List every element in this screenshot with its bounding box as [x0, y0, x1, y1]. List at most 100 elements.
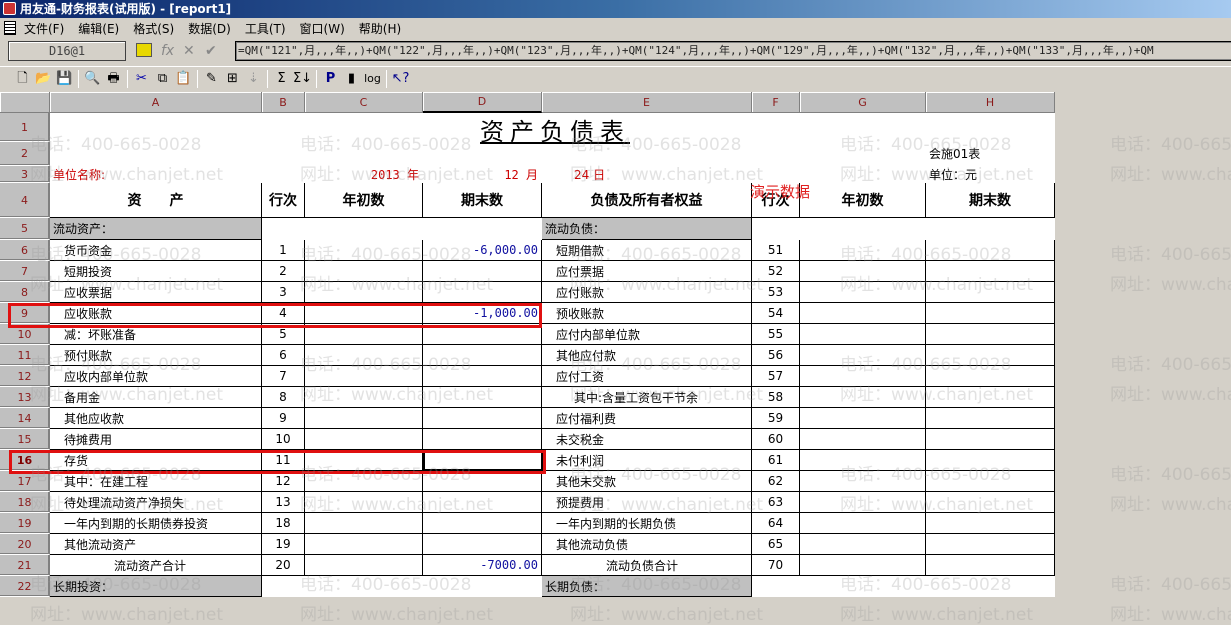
cell-a2[interactable] [50, 142, 262, 166]
cell-b2[interactable] [262, 142, 305, 166]
copy-icon[interactable]: ⧉ [152, 69, 173, 89]
cell-e[interactable]: 流动负债合计 [542, 555, 752, 576]
cell-h[interactable] [926, 387, 1055, 408]
cell-b[interactable]: 6 [262, 345, 305, 366]
function-wizard-icon[interactable] [136, 43, 152, 57]
insert-icon[interactable]: ⊞ [222, 69, 243, 89]
cell-g[interactable] [800, 429, 926, 450]
cell-c[interactable] [305, 387, 423, 408]
cut-icon[interactable]: ✂ [131, 69, 152, 89]
cell-b[interactable]: 11 [262, 450, 305, 471]
row-number-22[interactable]: 22 [0, 576, 50, 597]
cell-f[interactable]: 57 [752, 366, 800, 387]
fx-icon[interactable]: fx [161, 43, 174, 59]
cell-e[interactable]: 应付账款 [542, 282, 752, 303]
cell-e[interactable]: 短期借款 [542, 240, 752, 261]
row-number-21[interactable]: 21 [0, 555, 50, 576]
cell-a[interactable]: 应收票据 [50, 282, 262, 303]
cell-f[interactable]: 62 [752, 471, 800, 492]
cell-d[interactable] [423, 387, 542, 408]
column-header-c[interactable]: C [305, 92, 423, 113]
cell-e[interactable]: 预提费用 [542, 492, 752, 513]
cell-b[interactable]: 19 [262, 534, 305, 555]
cell-d22[interactable] [423, 576, 542, 597]
row-number-12[interactable]: 12 [0, 366, 50, 387]
cell-e[interactable]: 预收账款 [542, 303, 752, 324]
column-header-f[interactable]: F [752, 92, 800, 113]
cell-a[interactable]: 一年内到期的长期债券投资 [50, 513, 262, 534]
cell-d[interactable] [423, 471, 542, 492]
cell-g[interactable] [800, 387, 926, 408]
cell-c[interactable] [305, 408, 423, 429]
cell-f[interactable]: 65 [752, 534, 800, 555]
select-all-corner[interactable] [0, 92, 50, 113]
column-header-h[interactable]: H [926, 92, 1055, 113]
cell-d[interactable] [423, 366, 542, 387]
paste-icon[interactable]: 📋 [173, 69, 194, 89]
cell-c[interactable] [305, 555, 423, 576]
cell-d[interactable] [423, 513, 542, 534]
cell-c[interactable] [305, 534, 423, 555]
cell-b[interactable]: 20 [262, 555, 305, 576]
header-g[interactable]: 年初数 [800, 183, 926, 218]
cell-h[interactable] [926, 240, 1055, 261]
cell-a[interactable]: 其他应收款 [50, 408, 262, 429]
cell-b1[interactable] [262, 113, 305, 142]
cell-b[interactable]: 18 [262, 513, 305, 534]
cell-a[interactable]: 应收账款 [50, 303, 262, 324]
row-number-10[interactable]: 10 [0, 324, 50, 345]
row-number-5[interactable]: 5 [0, 218, 50, 240]
cancel-icon[interactable]: ✕ [183, 43, 195, 59]
row-number-18[interactable]: 18 [0, 492, 50, 513]
cell-c22[interactable] [305, 576, 423, 597]
cell-f22[interactable] [752, 576, 800, 597]
cell-d[interactable] [423, 429, 542, 450]
cell-c[interactable] [305, 261, 423, 282]
cell-g[interactable] [800, 345, 926, 366]
cell-a[interactable]: 备用金 [50, 387, 262, 408]
cell-d[interactable] [423, 261, 542, 282]
header-a[interactable]: 资 产 [50, 183, 262, 218]
form-number[interactable]: 会施01表 [926, 142, 1055, 166]
cell-h[interactable] [926, 324, 1055, 345]
cell-e[interactable]: 其他流动负债 [542, 534, 752, 555]
cell-f[interactable]: 51 [752, 240, 800, 261]
cell-g5[interactable] [800, 218, 926, 240]
cell-f[interactable]: 56 [752, 345, 800, 366]
cell-e[interactable]: 未付利润 [542, 450, 752, 471]
year-label[interactable]: 2013 年 [305, 166, 423, 183]
cell-f[interactable]: 64 [752, 513, 800, 534]
cell-h[interactable] [926, 429, 1055, 450]
menu-tools[interactable]: 工具(T) [245, 20, 286, 37]
cell-e[interactable]: 一年内到期的长期负债 [542, 513, 752, 534]
column-header-b[interactable]: B [262, 92, 305, 113]
cell-f[interactable]: 58 [752, 387, 800, 408]
cell-b[interactable]: 4 [262, 303, 305, 324]
cell-g2[interactable] [800, 142, 926, 166]
cell-e[interactable]: 应付福利费 [542, 408, 752, 429]
cell-a[interactable]: 存货 [50, 450, 262, 471]
cell-c5[interactable] [305, 218, 423, 240]
cell-c[interactable] [305, 429, 423, 450]
print-icon[interactable]: 🖶 [103, 69, 124, 89]
cell-c[interactable] [305, 366, 423, 387]
log-icon[interactable]: log [362, 69, 383, 89]
cell-c[interactable] [305, 513, 423, 534]
cell-f[interactable]: 52 [752, 261, 800, 282]
cell-a[interactable]: 短期投资 [50, 261, 262, 282]
cell-c[interactable] [305, 471, 423, 492]
cell-h1[interactable] [926, 113, 1055, 142]
cell-a[interactable]: 待处理流动资产净损失 [50, 492, 262, 513]
cell-f[interactable]: 70 [752, 555, 800, 576]
header-e[interactable]: 负债及所有者权益 [542, 183, 752, 218]
cell-h[interactable] [926, 303, 1055, 324]
cell-e[interactable]: 其他未交款 [542, 471, 752, 492]
cell-h[interactable] [926, 408, 1055, 429]
section-long-term-liabilities[interactable]: 长期负债： [542, 576, 752, 597]
menu-file[interactable]: 文件(F) [24, 20, 64, 37]
cell-f[interactable]: 61 [752, 450, 800, 471]
save-icon[interactable]: 💾 [54, 69, 75, 89]
cell-c[interactable] [305, 282, 423, 303]
cell-g3[interactable] [800, 166, 926, 183]
cell-e[interactable]: 应付内部单位款 [542, 324, 752, 345]
